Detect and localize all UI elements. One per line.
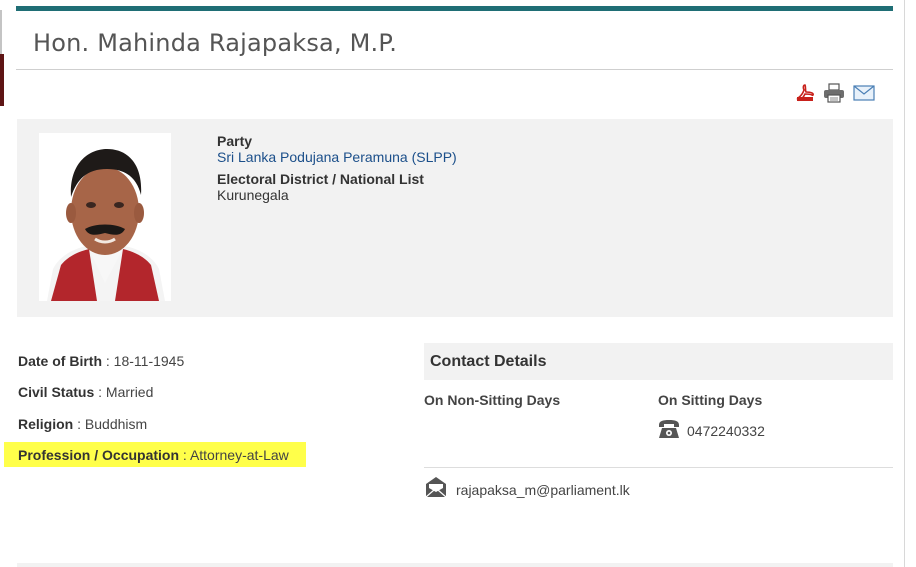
title-divider bbox=[16, 69, 893, 70]
pdf-icon bbox=[796, 84, 814, 102]
profile-panel: Party Sri Lanka Podujana Peramuna (SLPP)… bbox=[17, 119, 893, 317]
sitting-days-heading: On Sitting Days bbox=[658, 392, 763, 408]
district-label: Electoral District / National List bbox=[217, 171, 424, 187]
bottom-panel-edge bbox=[17, 563, 893, 567]
profession-separator: : bbox=[182, 447, 187, 463]
party-link[interactable]: Sri Lanka Podujana Peramuna (SLPP) bbox=[217, 149, 457, 165]
print-icon bbox=[824, 83, 844, 103]
contact-details-header: Contact Details bbox=[424, 343, 893, 380]
email-address-link[interactable]: rajapaksa_m@parliament.lk bbox=[456, 482, 630, 498]
member-info: Party Sri Lanka Podujana Peramuna (SLPP)… bbox=[217, 133, 457, 203]
profession-value: Attorney-at-Law bbox=[189, 447, 289, 463]
page-title: Hon. Mahinda Rajapaksa, M.P. bbox=[33, 29, 398, 57]
profession-row: Profession / Occupation : Attorney-at-La… bbox=[18, 447, 289, 463]
dob-separator: : bbox=[105, 353, 110, 369]
dob-value: 18-11-1945 bbox=[113, 353, 185, 369]
left-edge-marker bbox=[0, 54, 4, 106]
envelope-icon bbox=[425, 477, 447, 498]
religion-value: Buddhism bbox=[84, 416, 148, 432]
civil-status-value: Married bbox=[105, 384, 154, 400]
dob-row: Date of Birth : 18-11-1945 bbox=[18, 353, 184, 369]
sitting-days-phone[interactable]: 0472240332 bbox=[687, 423, 765, 439]
top-accent-bar bbox=[16, 6, 893, 11]
civil-status-label: Civil Status bbox=[18, 384, 95, 400]
district-value: Kurunegala bbox=[217, 187, 289, 203]
religion-label: Religion bbox=[18, 416, 74, 432]
portrait-image bbox=[39, 133, 171, 301]
pdf-button[interactable] bbox=[794, 83, 816, 103]
email-button[interactable] bbox=[853, 83, 875, 103]
profession-label: Profession / Occupation bbox=[18, 447, 180, 463]
right-edge-rule bbox=[904, 0, 905, 567]
contact-details-heading: Contact Details bbox=[430, 353, 547, 370]
religion-separator: : bbox=[77, 416, 82, 432]
email-icon bbox=[853, 85, 875, 101]
non-sitting-days-heading: On Non-Sitting Days bbox=[424, 392, 561, 408]
dob-label: Date of Birth bbox=[18, 353, 102, 369]
religion-row: Religion : Buddhism bbox=[18, 416, 147, 432]
telephone-icon bbox=[659, 420, 679, 438]
contact-divider bbox=[424, 467, 893, 468]
party-label: Party bbox=[217, 133, 253, 149]
member-photo bbox=[39, 133, 171, 301]
civil-status-row: Civil Status : Married bbox=[18, 384, 153, 400]
print-button[interactable] bbox=[823, 83, 845, 103]
civil-status-separator: : bbox=[98, 384, 103, 400]
